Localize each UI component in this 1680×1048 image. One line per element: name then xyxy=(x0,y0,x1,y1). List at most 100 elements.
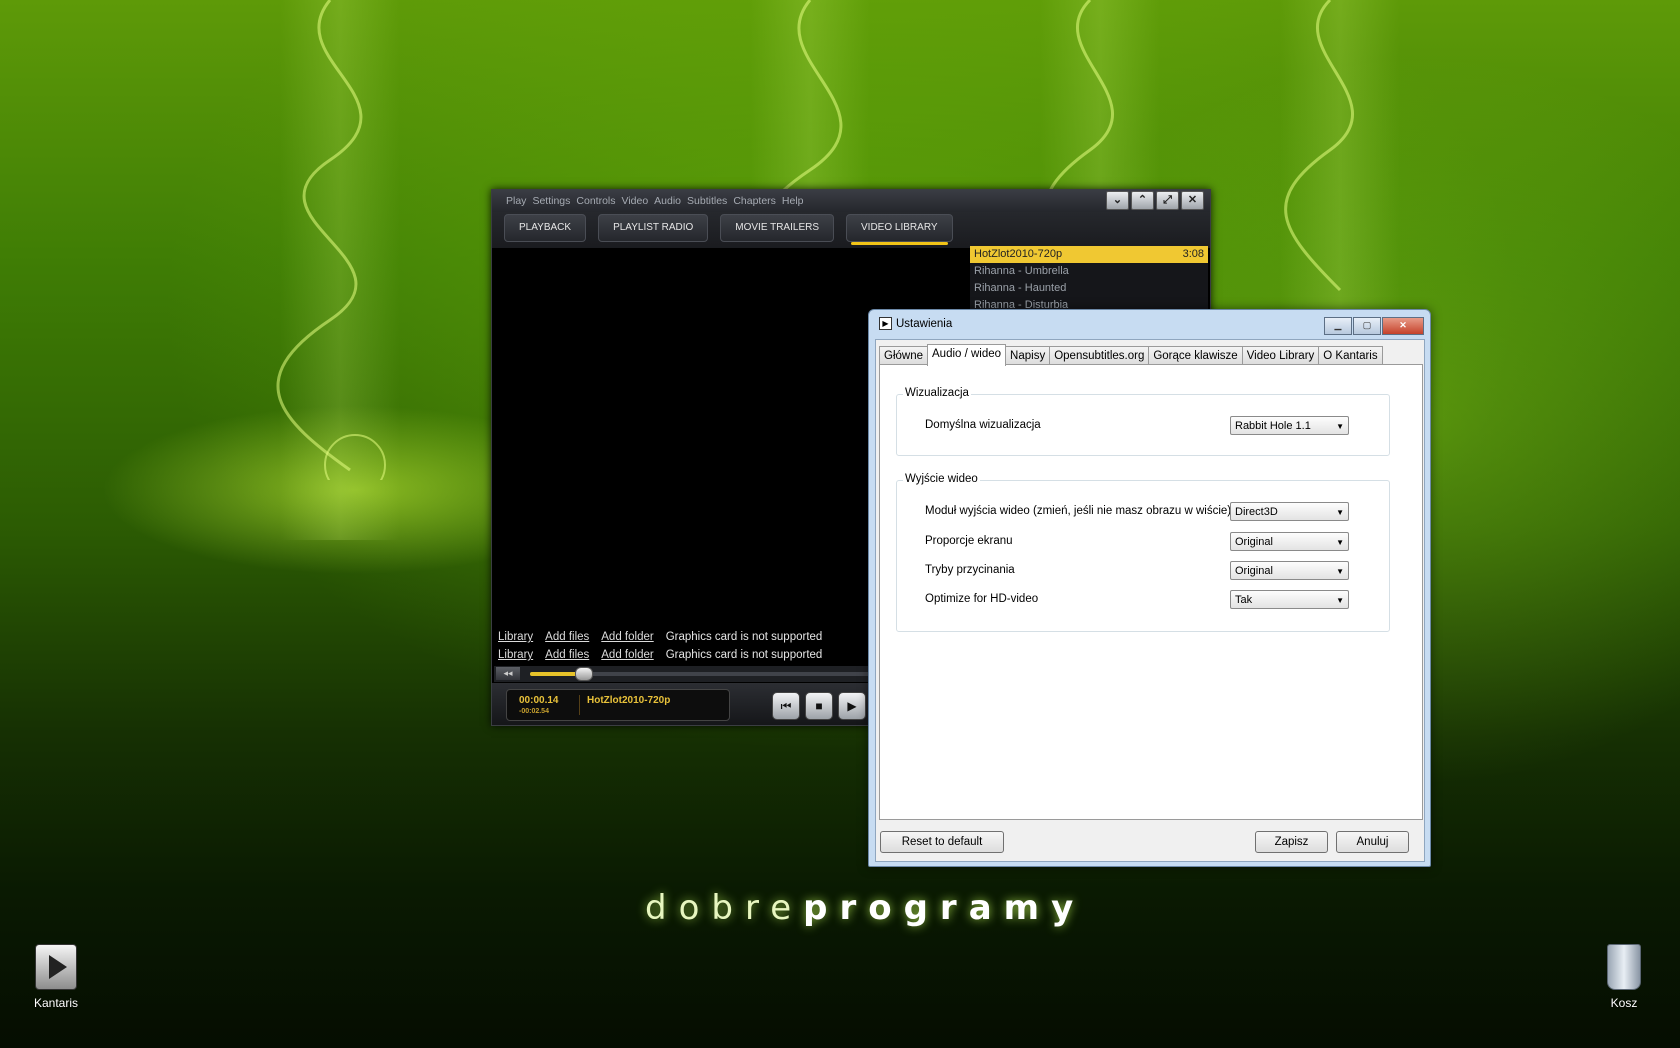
group-video-output: Wyjście wideo Moduł wyjścia wideo (zmień… xyxy=(896,473,1390,632)
setting-label: Optimize for HD-video xyxy=(925,593,1039,605)
tab-page-audio-video: Wizualizacja Domyślna wizualizacja Rabbi… xyxy=(879,364,1423,820)
tab-glowne[interactable]: Główne xyxy=(879,346,928,365)
dialog-body: Główne Audio / wideo Napisy Opensubtitle… xyxy=(875,339,1425,862)
previous-button[interactable]: ⏮ xyxy=(772,692,800,720)
menu-help[interactable]: Help xyxy=(782,195,804,207)
app-icon: ▶ xyxy=(879,317,892,330)
status-text: Graphics card is not supported xyxy=(665,649,823,661)
library-row: Library Add files Add folder Graphics ca… xyxy=(498,649,822,661)
tab-video-library[interactable]: VIDEO LIBRARY xyxy=(846,214,953,245)
select-value: Rabbit Hole 1.1 xyxy=(1235,420,1311,432)
player-window-buttons: ⌄ ⌃ ⤢ ✕ xyxy=(1106,191,1204,210)
setting-label: Domyślna wizualizacja xyxy=(925,419,1041,431)
add-folder-link[interactable]: Add folder xyxy=(601,631,653,643)
dropdown-arrow-icon: ▼ xyxy=(1336,538,1344,547)
desktop-icon-label: Kosz xyxy=(1610,996,1638,1010)
setting-label: Moduł wyjścia wideo (zmień, jeśli nie ma… xyxy=(925,505,1232,517)
library-row: Library Add files Add folder Graphics ca… xyxy=(498,631,822,643)
menu-play[interactable]: Play xyxy=(506,195,526,207)
setting-label: Tryby przycinania xyxy=(925,564,1015,576)
playlist-item[interactable]: Rihanna - Haunted xyxy=(970,280,1208,297)
settings-tabs: Główne Audio / wideo Napisy Opensubtitle… xyxy=(879,343,1383,366)
hd-optimize-select[interactable]: Tak ▼ xyxy=(1230,590,1349,609)
desktop-brand: dobreprogramy xyxy=(645,888,1086,928)
group-label: Wizualizacja xyxy=(903,387,971,399)
playlist-item-duration: 3:08 xyxy=(1182,248,1204,260)
time-remaining: -00:02.54 xyxy=(519,708,549,715)
playlist-item-title: Rihanna - Umbrella xyxy=(974,265,1069,277)
rewind-button[interactable]: ◂◂ xyxy=(496,667,520,680)
tab-audio-video[interactable]: Audio / wideo xyxy=(927,344,1007,366)
tab-playback[interactable]: PLAYBACK xyxy=(504,214,587,242)
chevron-down-icon[interactable]: ⌄ xyxy=(1106,191,1129,210)
tab-napisy[interactable]: Napisy xyxy=(1005,346,1051,365)
lcd-display: 00:00.14 -00:02.54 HotZlot2010-720p xyxy=(506,689,730,721)
tab-hotkeys[interactable]: Gorące klawisze xyxy=(1148,346,1243,365)
playlist-item-title: HotZlot2010-720p xyxy=(974,248,1063,260)
menu-chapters[interactable]: Chapters xyxy=(733,195,776,207)
maximize-icon[interactable]: ▢ xyxy=(1353,317,1381,335)
play-icon: ▶ xyxy=(847,699,857,713)
settings-dialog: ▶ Ustawienia ▁ ▢ ✕ Główne Audio / wideo … xyxy=(868,309,1431,867)
select-value: Original xyxy=(1235,565,1273,577)
playlist-item[interactable]: Rihanna - Umbrella xyxy=(970,263,1208,280)
select-value: Direct3D xyxy=(1235,506,1278,518)
chevron-up-icon[interactable]: ⌃ xyxy=(1131,191,1154,210)
dropdown-arrow-icon: ▼ xyxy=(1336,596,1344,605)
close-icon[interactable]: ✕ xyxy=(1181,191,1204,210)
player-tabs: PLAYBACK PLAYLIST RADIO MOVIE TRAILERS V… xyxy=(492,212,1210,248)
add-files-link[interactable]: Add files xyxy=(545,649,589,661)
play-button[interactable]: ▶ xyxy=(838,692,866,720)
playlist-item-title: Rihanna - Haunted xyxy=(974,282,1067,294)
aspect-ratio-select[interactable]: Original ▼ xyxy=(1230,532,1349,551)
player-menubar: Play Settings Controls Video Audio Subti… xyxy=(492,190,1210,212)
reset-button[interactable]: Reset to default xyxy=(880,831,1004,853)
playlist: HotZlot2010-720p 3:08 Rihanna - Umbrella … xyxy=(970,246,1208,316)
dropdown-arrow-icon: ▼ xyxy=(1336,567,1344,576)
dialog-title: Ustawienia xyxy=(896,317,953,330)
menu-video[interactable]: Video xyxy=(622,195,649,207)
now-playing-title: HotZlot2010-720p xyxy=(587,695,671,706)
visualization-select[interactable]: Rabbit Hole 1.1 ▼ xyxy=(1230,416,1349,435)
add-files-link[interactable]: Add files xyxy=(545,631,589,643)
stop-button[interactable]: ■ xyxy=(805,692,833,720)
crop-mode-select[interactable]: Original ▼ xyxy=(1230,561,1349,580)
stop-icon: ■ xyxy=(815,699,823,713)
media-player-icon xyxy=(35,944,77,990)
select-value: Original xyxy=(1235,536,1273,548)
close-icon[interactable]: ✕ xyxy=(1382,317,1424,335)
group-visualization: Wizualizacja Domyślna wizualizacja Rabbi… xyxy=(896,387,1390,456)
dropdown-arrow-icon: ▼ xyxy=(1336,422,1344,431)
tab-movie-trailers[interactable]: MOVIE TRAILERS xyxy=(720,214,835,242)
tab-video-library[interactable]: Video Library xyxy=(1241,346,1320,365)
video-output-select[interactable]: Direct3D ▼ xyxy=(1230,502,1349,521)
lcd-divider xyxy=(579,695,580,715)
dialog-window-buttons: ▁ ▢ ✕ xyxy=(1324,317,1424,335)
add-folder-link[interactable]: Add folder xyxy=(601,649,653,661)
desktop-icon-label: Kantaris xyxy=(33,996,79,1010)
tab-opensubtitles[interactable]: Opensubtitles.org xyxy=(1049,346,1150,365)
minimize-icon[interactable]: ▁ xyxy=(1324,317,1352,335)
library-link[interactable]: Library xyxy=(498,631,533,643)
desktop-icon-kantaris[interactable]: Kantaris xyxy=(16,944,96,1010)
restore-icon[interactable]: ⤢ xyxy=(1156,191,1179,210)
menu-subtitles[interactable]: Subtitles xyxy=(687,195,727,207)
menu-settings[interactable]: Settings xyxy=(532,195,570,207)
dialog-titlebar: ▶ Ustawienia xyxy=(879,317,952,330)
status-text: Graphics card is not supported xyxy=(665,631,823,643)
menu-controls[interactable]: Controls xyxy=(576,195,615,207)
recycle-bin-icon xyxy=(1607,944,1641,990)
seek-handle[interactable] xyxy=(574,667,593,681)
skip-back-icon: ⏮ xyxy=(780,699,792,713)
save-button[interactable]: Zapisz xyxy=(1255,831,1328,853)
tab-playlist-radio[interactable]: PLAYLIST RADIO xyxy=(598,214,709,242)
tab-about[interactable]: O Kantaris xyxy=(1318,346,1383,365)
library-link[interactable]: Library xyxy=(498,649,533,661)
group-label: Wyjście wideo xyxy=(903,473,980,485)
playlist-item[interactable]: HotZlot2010-720p 3:08 xyxy=(970,246,1208,263)
select-value: Tak xyxy=(1235,594,1253,606)
desktop-icon-recycle-bin[interactable]: Kosz xyxy=(1584,944,1664,1010)
cancel-button[interactable]: Anuluj xyxy=(1336,831,1409,853)
dropdown-arrow-icon: ▼ xyxy=(1336,508,1344,517)
menu-audio[interactable]: Audio xyxy=(654,195,681,207)
